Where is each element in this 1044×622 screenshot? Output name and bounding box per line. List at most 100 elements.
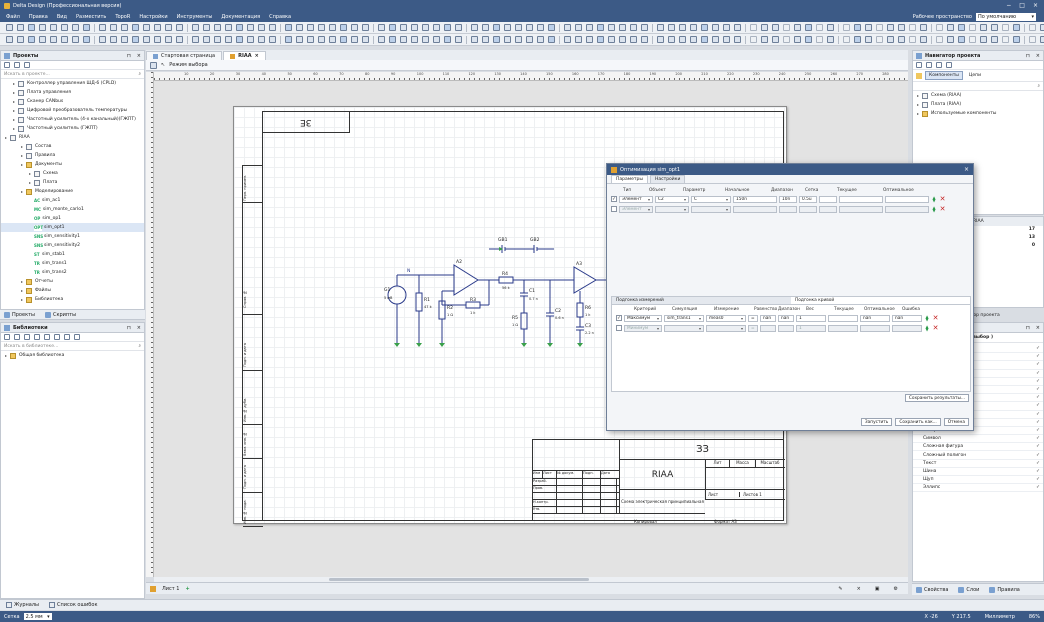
toolbar-tool-icon[interactable] [575, 36, 582, 43]
toolbar-tool-icon[interactable] [225, 24, 232, 31]
toolbar-tool-icon[interactable] [1002, 36, 1009, 43]
tab-start-page[interactable]: Стартовая страница [146, 51, 223, 60]
tree-item[interactable]: ▸ Моделирование [1, 187, 144, 196]
edit-icon[interactable]: ✎ [838, 586, 842, 592]
toolbar-tool-icon[interactable] [537, 36, 544, 43]
meas-equal-cell[interactable]: = [748, 314, 758, 322]
pin-icon[interactable]: ⊓ [1026, 325, 1030, 331]
pin-icon[interactable]: ⊓ [127, 53, 131, 59]
tools-icon[interactable] [74, 334, 80, 340]
toolbar-tool-icon[interactable] [17, 24, 24, 31]
toolbar-tool-icon[interactable] [422, 36, 429, 43]
meas-criterion-cell[interactable]: Минимум [624, 324, 662, 332]
toolbar-tool-icon[interactable] [176, 36, 183, 43]
scrollbar-thumb[interactable] [329, 578, 589, 581]
row-checkbox[interactable]: ✓ [616, 315, 622, 321]
toolbar-tool-icon[interactable] [701, 36, 708, 43]
move-row-icon[interactable]: ▲ ▼ [924, 324, 930, 332]
navigator-item[interactable]: ▸ Схема (RIAA) [913, 91, 1043, 100]
toolbar-tool-icon[interactable] [783, 36, 790, 43]
check-icon[interactable]: ✓ [1033, 362, 1043, 367]
tree-item-common-library[interactable]: ▸ Общая библиотека [1, 351, 144, 360]
toolbar-tool-icon[interactable] [690, 24, 697, 31]
toolbar-tool-icon[interactable] [641, 36, 648, 43]
close-icon[interactable]: × [1036, 325, 1040, 331]
grid-select[interactable]: 2.5 мм ▾ [23, 613, 52, 620]
toolbar-tool-icon[interactable] [958, 36, 965, 43]
toolbar-tool-icon[interactable] [783, 24, 790, 31]
toolbar-tool-icon[interactable] [608, 36, 615, 43]
projects-search-input[interactable]: Искать в проекте... [4, 72, 50, 77]
toolbar-tool-icon[interactable] [843, 36, 850, 43]
toolbar-tool-icon[interactable] [389, 24, 396, 31]
toolbar-tool-icon[interactable] [816, 36, 823, 43]
toolbar-tool-icon[interactable] [258, 36, 265, 43]
toolbar-tool-icon[interactable] [1013, 24, 1020, 31]
toolbar-tool-icon[interactable] [110, 36, 117, 43]
toolbar-tool-icon[interactable] [969, 36, 976, 43]
minimize-button[interactable]: − [1006, 2, 1011, 9]
meas-to-cell[interactable] [778, 324, 794, 332]
pin-icon[interactable]: ⊓ [127, 325, 131, 331]
tree-item[interactable]: ▸ Файлы [1, 286, 144, 295]
toolbar-tool-icon[interactable] [493, 24, 500, 31]
toolbar-tool-icon[interactable] [909, 36, 916, 43]
tab-layers[interactable]: Слои [958, 586, 979, 593]
meas-optimal-cell[interactable]: nan [860, 314, 890, 322]
toolbar-tool-icon[interactable] [6, 36, 13, 43]
toolbar-tool-icon[interactable] [1029, 36, 1036, 43]
toolbar-tool-icon[interactable] [285, 24, 292, 31]
toolbar-tool-icon[interactable] [526, 36, 533, 43]
toolbar-tool-icon[interactable] [154, 24, 161, 31]
toolbar-tool-icon[interactable] [712, 24, 719, 31]
property-row[interactable]: Эллипс ✓ [913, 484, 1043, 493]
tab-error-list[interactable]: Список ошибок [49, 602, 97, 608]
check-icon[interactable]: ✓ [1033, 420, 1043, 425]
toolbar-tool-icon[interactable] [657, 36, 664, 43]
dialog-close-button[interactable]: × [964, 166, 969, 173]
tree-item[interactable]: ▸ Частотный усилитель (ГЖПТ) [1, 124, 144, 133]
tree-item[interactable]: ▸ Контроллер управления ШД-6 (CPLD) [1, 79, 144, 88]
toolbar-tool-icon[interactable] [805, 24, 812, 31]
toolbar-tool-icon[interactable] [865, 24, 872, 31]
meas-weight-cell[interactable]: 1 [796, 324, 826, 332]
toolbar-tool-icon[interactable] [690, 36, 697, 43]
toolbar-tool-icon[interactable] [482, 36, 489, 43]
toolbar-tool-icon[interactable] [378, 24, 385, 31]
move-row-icon[interactable]: ▲ ▼ [924, 314, 930, 322]
refresh-icon[interactable] [4, 62, 10, 68]
toolbar-tool-icon[interactable] [876, 24, 883, 31]
import-icon[interactable] [64, 334, 70, 340]
meas-current-cell[interactable] [828, 324, 858, 332]
toolbar-tool-icon[interactable] [887, 36, 894, 43]
meas-current-cell[interactable] [828, 314, 858, 322]
projects-search[interactable]: Искать в проекте... ⌕ [1, 70, 144, 79]
toolbar-tool-icon[interactable] [827, 36, 834, 43]
row-checkbox[interactable] [616, 325, 622, 331]
toolbar-tool-icon[interactable] [307, 24, 314, 31]
tab-riaa[interactable]: RIAA × [223, 51, 266, 60]
param-optimal-cell[interactable] [885, 195, 929, 203]
source-g1[interactable] [387, 285, 407, 305]
layers-icon[interactable]: ▣ [875, 586, 880, 592]
tree-item[interactable]: OPT sim_opt1 [1, 223, 144, 232]
tab-measurement-fit[interactable]: Подгонка измерений [612, 297, 791, 304]
menu-documentation[interactable]: Документация [221, 14, 260, 20]
toolbar-tool-icon[interactable] [154, 36, 161, 43]
toolbar-tool-icon[interactable] [236, 36, 243, 43]
toolbar-tool-icon[interactable] [630, 24, 637, 31]
toolbar-tool-icon[interactable] [362, 24, 369, 31]
toolbar-tool-icon[interactable] [444, 36, 451, 43]
toolbar-tool-icon[interactable] [668, 36, 675, 43]
toolbar-tool-icon[interactable] [548, 24, 555, 31]
move-row-icon[interactable]: ▲ ▼ [931, 205, 937, 213]
toolbar-tool-icon[interactable] [772, 36, 779, 43]
toolbar-tool-icon[interactable] [597, 36, 604, 43]
toolbar-tool-icon[interactable] [471, 24, 478, 31]
toolbar-tool-icon[interactable] [734, 24, 741, 31]
resistor-r1[interactable] [415, 292, 423, 312]
toolbar-tool-icon[interactable] [50, 36, 57, 43]
circuit-diagram[interactable]: G1 5 мВ R1 47 k R2 1 Ω A2 R3 1 k R4 56 k… [374, 225, 624, 365]
edit-icon[interactable] [44, 334, 50, 340]
toolbar-tool-icon[interactable] [400, 24, 407, 31]
